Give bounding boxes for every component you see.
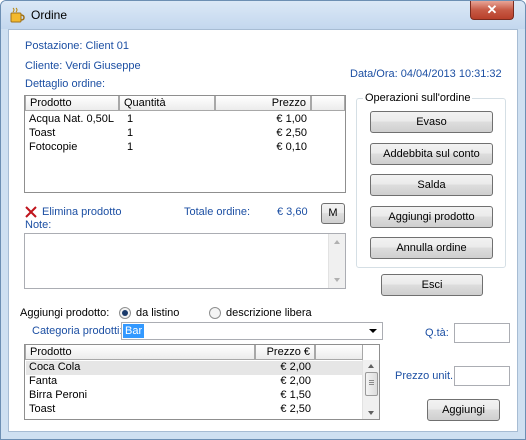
scroll-up-icon (368, 364, 374, 368)
product-col-filler (315, 345, 363, 360)
categoria-select[interactable]: Bar (121, 322, 383, 340)
dataora-label: Data/Ora: 04/04/2013 10:31:32 (350, 68, 502, 80)
order-col-filler (311, 96, 345, 111)
order-cell-prezzo: € 0,10 (276, 141, 307, 153)
salda-button[interactable]: Salda (370, 174, 493, 196)
order-window: Ordine ✕ Postazione: Client 01 Cliente: … (0, 0, 526, 440)
prezzo-unit-label: Prezzo unit.: (395, 370, 457, 382)
product-cell-prezzo: € 1,50 (280, 389, 311, 401)
scroll-thumb[interactable] (365, 372, 378, 396)
product-list[interactable]: Prodotto Prezzo € Coca Cola € 2,00 Fanta… (24, 344, 380, 420)
radio-listino-label: da listino (136, 307, 180, 319)
dettaglio-label: Dettaglio ordine: (25, 78, 106, 90)
product-cell-prodotto: Coca Cola (29, 361, 81, 373)
order-cell-quantita: 1 (127, 141, 134, 153)
esci-button[interactable]: Esci (381, 274, 483, 296)
title-bar[interactable]: Ordine ✕ (1, 1, 525, 29)
qta-input[interactable] (454, 323, 510, 343)
note-scrollbar[interactable] (328, 234, 345, 288)
categoria-selected-value: Bar (123, 324, 145, 338)
table-row[interactable]: Acqua Nat. 0,50L 1 € 1,00 (25, 113, 345, 127)
radio-libera[interactable]: descrizione libera (209, 306, 319, 320)
close-button[interactable]: ✕ (470, 1, 514, 20)
qta-label: Q.tà: (425, 327, 449, 339)
scroll-down-icon (368, 411, 374, 415)
product-cell-prezzo: € 2,00 (280, 375, 311, 387)
list-item[interactable]: Toast € 2,50 (26, 403, 363, 417)
addebbita-button[interactable]: Addebbita sul conto (370, 143, 493, 165)
window-title: Ordine (31, 8, 68, 22)
window-content: Postazione: Client 01 Cliente: Verdi Giu… (8, 29, 518, 432)
radio-libera-label: descrizione libera (226, 307, 312, 319)
product-cell-prodotto: Toast (29, 403, 56, 415)
product-cell-prezzo: € 2,00 (280, 361, 311, 373)
order-cell-prodotto: Fotocopie (29, 141, 78, 153)
order-cell-prezzo: € 1,00 (276, 113, 307, 125)
aggiungi-button[interactable]: Aggiungi (427, 399, 500, 421)
product-cell-prodotto: Birra Peroni (29, 389, 88, 401)
aggiungi-prodotto-label: Aggiungi prodotto: (20, 307, 110, 319)
postazione-label: Postazione: Client 01 (25, 40, 129, 52)
radio-listino[interactable]: da listino (119, 306, 199, 320)
radio-listino-button (119, 307, 131, 319)
order-col-prodotto[interactable]: Prodotto (25, 96, 119, 111)
order-cell-prodotto: Acqua Nat. 0,50L (29, 113, 115, 125)
scroll-up-icon (334, 240, 340, 244)
product-cell-prodotto: Fanta (29, 375, 58, 387)
product-list-scrollbar[interactable] (362, 360, 379, 419)
cliente-label: Cliente: Verdi Giuseppe (25, 60, 141, 72)
table-row[interactable]: Toast 1 € 2,50 (25, 127, 345, 141)
order-col-prezzo[interactable]: Prezzo (215, 96, 311, 111)
delete-icon (25, 206, 37, 218)
order-cell-prezzo: € 2,50 (276, 127, 307, 139)
radio-libera-button (209, 307, 221, 319)
list-item[interactable]: Birra Peroni € 1,50 (26, 389, 363, 403)
evaso-button[interactable]: Evaso (370, 111, 493, 133)
note-label: Note: (25, 219, 52, 231)
annulla-ordine-button[interactable]: Annulla ordine (370, 237, 493, 259)
app-icon (9, 7, 25, 23)
order-grid[interactable]: Prodotto Quantità Prezzo Acqua Nat. 0,50… (24, 95, 346, 193)
product-col-prodotto[interactable]: Prodotto (25, 345, 255, 360)
operazioni-title: Operazioni sull'ordine (363, 92, 473, 104)
order-cell-prodotto: Toast (29, 127, 56, 139)
delete-product-label: Elimina prodotto (42, 206, 122, 218)
aggiungi-prodotto-button[interactable]: Aggiungi prodotto (370, 206, 493, 228)
m-button[interactable]: M (321, 203, 345, 224)
note-textarea[interactable] (24, 233, 346, 289)
list-item[interactable]: Fanta € 2,00 (26, 375, 363, 389)
list-item[interactable]: Coca Cola € 2,00 (26, 361, 363, 375)
delete-product-link[interactable]: Elimina prodotto (25, 205, 125, 219)
prezzo-unit-input[interactable] (454, 366, 510, 386)
totale-label: Totale ordine: (184, 206, 251, 218)
categoria-label: Categoria prodotti: (32, 325, 123, 337)
order-cell-quantita: 1 (127, 113, 134, 125)
table-row[interactable]: Fotocopie 1 € 0,10 (25, 141, 345, 155)
scroll-down-icon (334, 278, 340, 282)
product-col-prezzo[interactable]: Prezzo € (255, 345, 315, 360)
chevron-down-icon (369, 329, 377, 333)
order-col-quantita[interactable]: Quantità (119, 96, 215, 111)
product-cell-prezzo: € 2,50 (280, 403, 311, 415)
order-cell-quantita: 1 (127, 127, 134, 139)
totale-value: € 3,60 (277, 206, 308, 218)
close-icon: ✕ (486, 2, 498, 17)
